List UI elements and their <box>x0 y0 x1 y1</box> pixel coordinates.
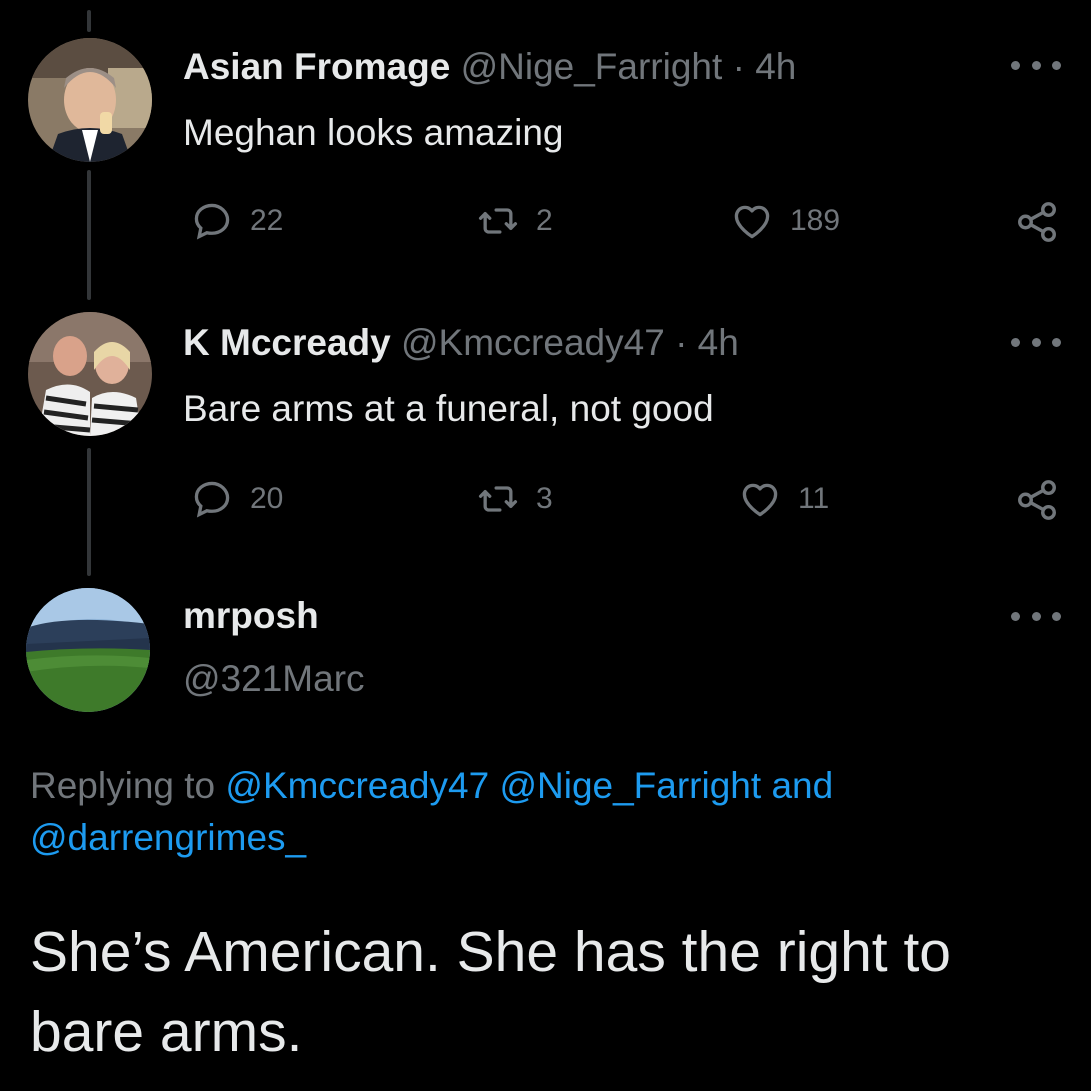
reply-count: 20 <box>250 482 284 515</box>
more-dots-icon[interactable] <box>1011 55 1061 75</box>
thread-line-1 <box>87 170 91 300</box>
like-count: 11 <box>798 482 830 515</box>
mention-and[interactable]: and <box>771 765 833 806</box>
tweet-text: Meghan looks amazing <box>183 112 564 153</box>
handle[interactable]: @Kmccready47 <box>401 322 665 363</box>
retweet-count: 2 <box>536 204 553 237</box>
timestamp[interactable]: 4h <box>755 46 796 87</box>
handle[interactable]: @Nige_Farright <box>461 46 723 87</box>
like-count: 189 <box>790 204 841 237</box>
retweet-icon <box>478 208 518 234</box>
speech-bubble-icon <box>194 203 230 240</box>
thread-line-top <box>87 10 91 32</box>
speech-bubble-icon <box>194 481 230 518</box>
share-icon[interactable] <box>1014 477 1060 523</box>
replying-prefix: Replying to <box>30 765 216 806</box>
like-action[interactable]: 11 <box>738 477 829 521</box>
mention-link[interactable]: @Nige_Farright <box>499 765 761 806</box>
display-name[interactable]: K Mccready <box>183 322 391 363</box>
avatar[interactable] <box>28 38 152 162</box>
tweet-header: Asian Fromage @Nige_Farright · 4h <box>183 45 796 89</box>
share-icon[interactable] <box>1014 199 1060 245</box>
retweet-count: 3 <box>536 482 553 515</box>
more-dots-icon[interactable] <box>1011 606 1061 626</box>
separator: · <box>675 322 688 363</box>
reply-action[interactable]: 20 <box>190 477 283 521</box>
tweet-text: She’s American. She has the right to bar… <box>30 920 951 1064</box>
mention-link[interactable]: @darrengrimes_ <box>30 817 306 858</box>
display-name[interactable]: mrposh <box>183 595 319 637</box>
mention-link[interactable]: @Kmccready47 <box>225 765 489 806</box>
display-name[interactable]: Asian Fromage <box>183 46 450 87</box>
more-dots-icon[interactable] <box>1011 332 1061 352</box>
tweet-header: K Mccready @Kmccready47 · 4h <box>183 321 739 365</box>
replying-to: Replying to @Kmccready47 @Nige_Farright … <box>30 760 1030 864</box>
thread-line-2 <box>87 448 91 576</box>
separator: · <box>732 46 745 87</box>
heart-icon <box>742 483 778 517</box>
heart-icon <box>734 205 770 239</box>
timestamp[interactable]: 4h <box>698 322 739 363</box>
avatar[interactable] <box>26 588 150 712</box>
tweet-text: Bare arms at a funeral, not good <box>183 388 714 429</box>
avatar[interactable] <box>28 312 152 436</box>
handle[interactable]: @321Marc <box>183 658 365 700</box>
like-action[interactable]: 189 <box>730 199 840 243</box>
retweet-action[interactable]: 2 <box>476 199 553 243</box>
retweet-icon <box>478 486 518 512</box>
retweet-action[interactable]: 3 <box>476 477 553 521</box>
reply-action[interactable]: 22 <box>190 199 283 243</box>
reply-count: 22 <box>250 204 284 237</box>
